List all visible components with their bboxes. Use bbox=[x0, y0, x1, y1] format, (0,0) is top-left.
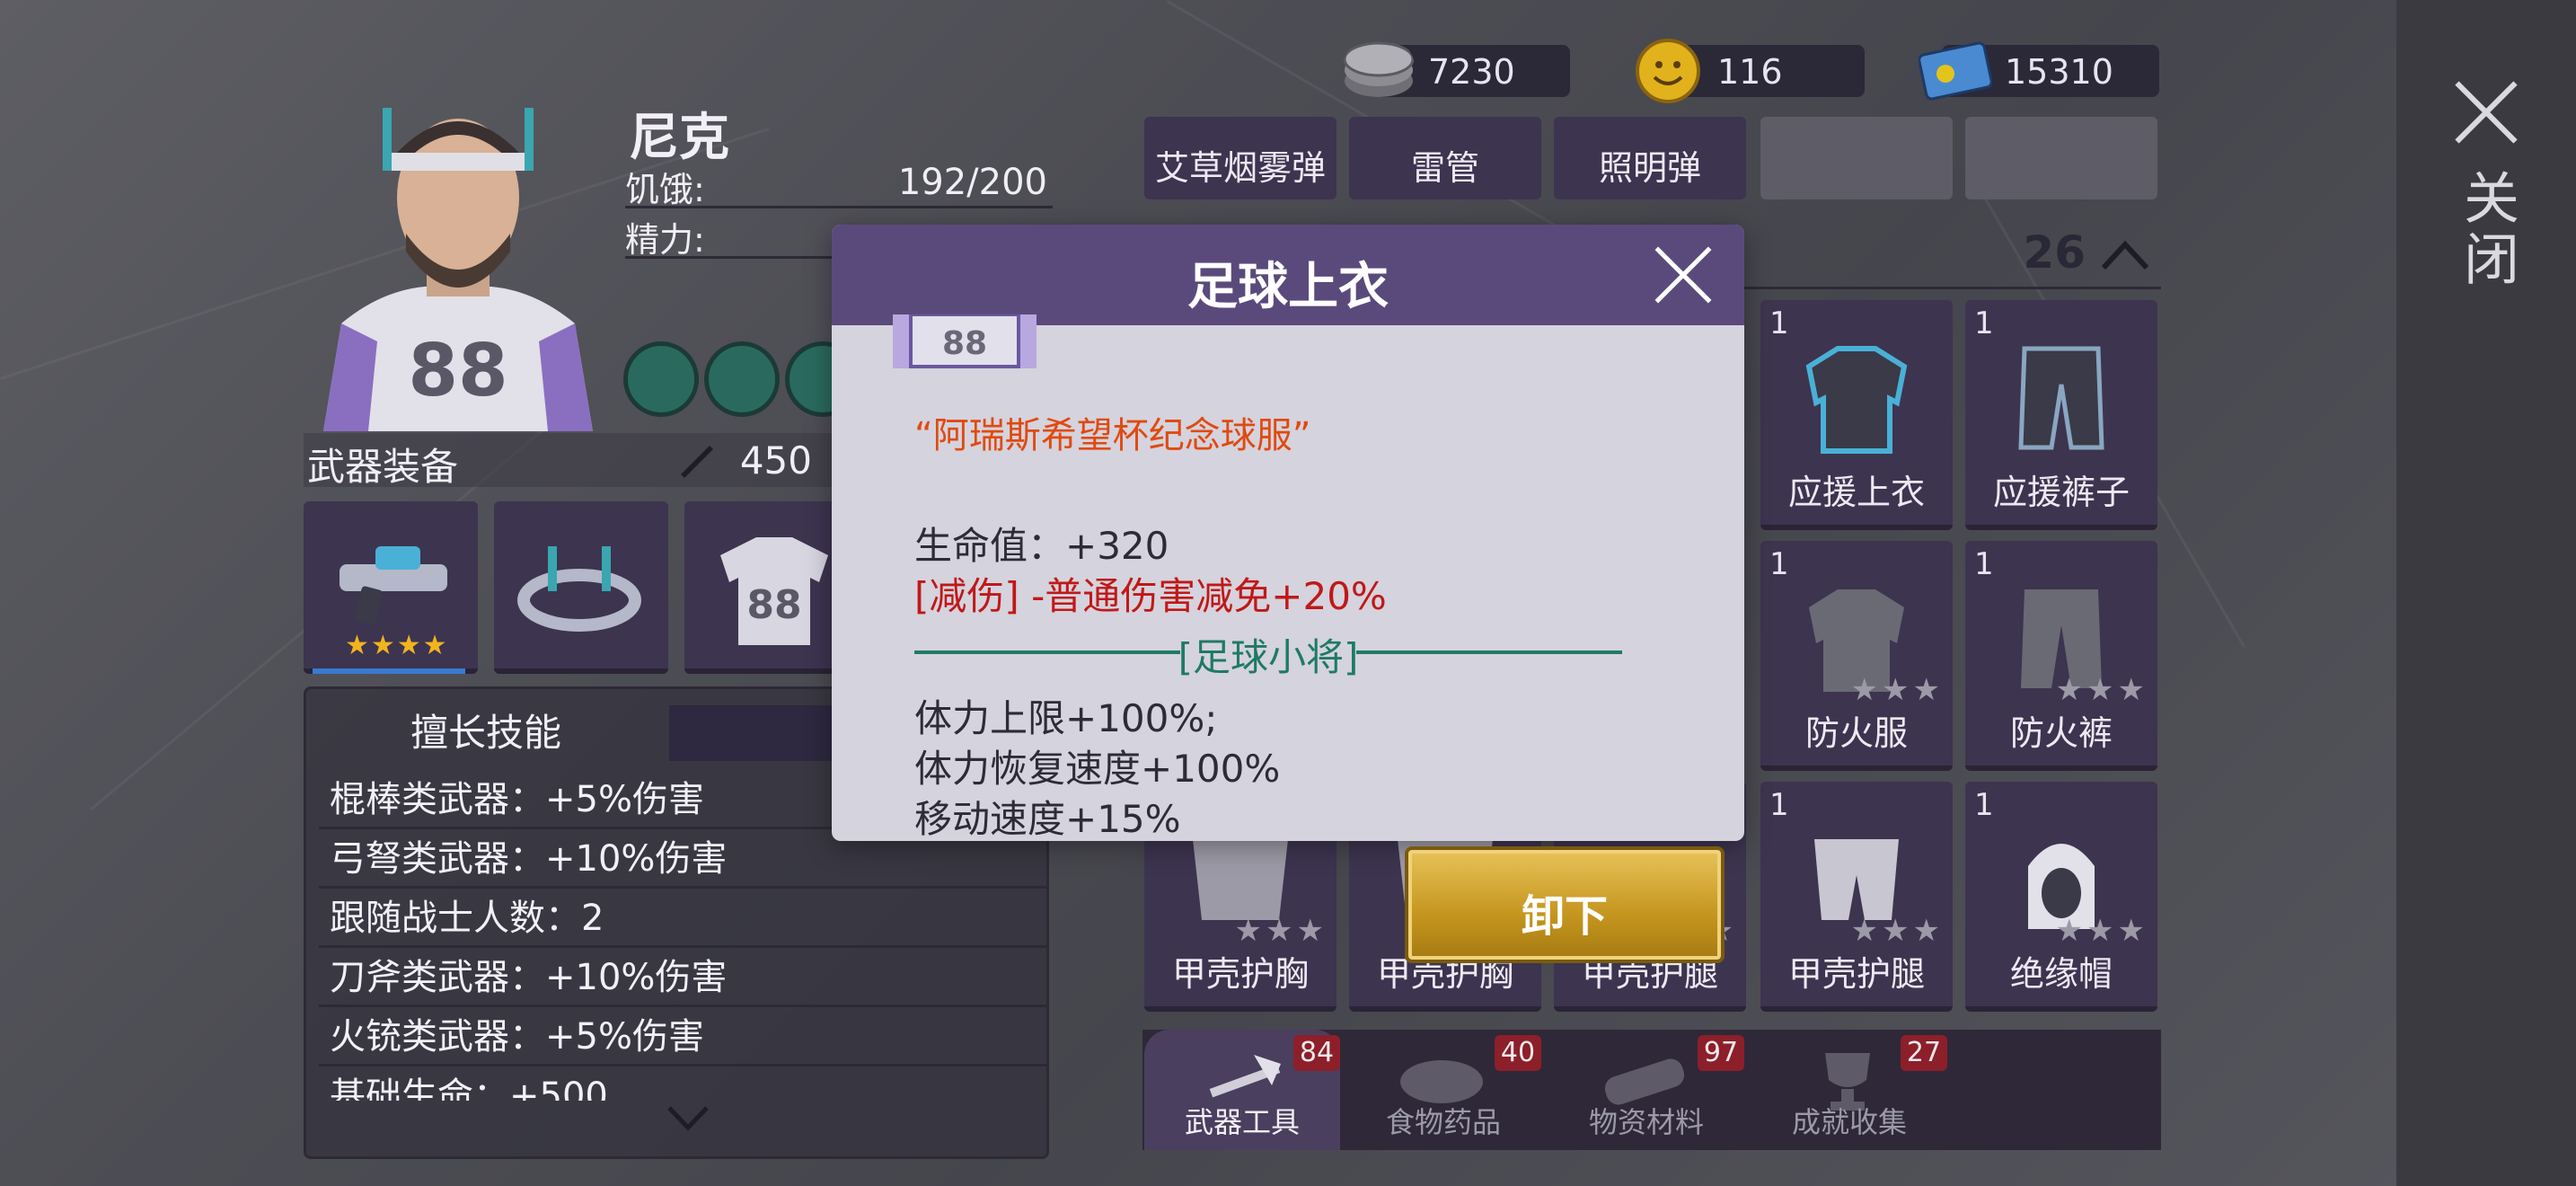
currency-silver: 7230 bbox=[1343, 41, 1570, 97]
jersey-icon: 88 bbox=[720, 537, 828, 645]
tab-achievements[interactable]: 27 成就收集 bbox=[1751, 1030, 1947, 1150]
inventory-item-insulated-hat[interactable]: 1 ★★★ 绝缘帽 bbox=[1965, 782, 2157, 1012]
tab-specialty-skills[interactable]: 擅长技能 bbox=[306, 705, 666, 761]
damage-reduction-stat: [减伤] -普通伤害减免+20% bbox=[914, 574, 1387, 618]
pants-icon bbox=[2018, 346, 2104, 450]
svg-text:88: 88 bbox=[408, 329, 507, 412]
headband-icon bbox=[517, 546, 641, 632]
tab-food-medicine[interactable]: 40 食物药品 bbox=[1345, 1030, 1541, 1150]
durability-bar bbox=[313, 668, 465, 674]
jacket-icon bbox=[1805, 346, 1908, 454]
inventory-count-row: 26 bbox=[1742, 219, 2161, 289]
set-effect: 移动速度+15% bbox=[914, 797, 1181, 841]
silver-coin-icon bbox=[1343, 41, 1415, 97]
gold-coin-icon bbox=[1636, 39, 1700, 103]
set-name: [足球小将] bbox=[1178, 635, 1359, 679]
inventory-item-smoke-bomb[interactable]: 艾草烟雾弹 bbox=[1144, 117, 1337, 199]
inventory-item-cheer-pants[interactable]: 1 应援裤子 bbox=[1965, 300, 2157, 530]
ticket-icon bbox=[1919, 41, 1992, 101]
inventory-item-fire-suit[interactable]: 1 ★★★ 防火服 bbox=[1760, 541, 1953, 771]
inventory-empty-slot bbox=[1965, 117, 2157, 199]
close-icon[interactable] bbox=[1654, 246, 1712, 304]
set-effect: 体力上限+100%; bbox=[914, 696, 1218, 740]
energy-stat: 精力: bbox=[625, 212, 832, 260]
hunger-stat: 饥饿: 192/200 bbox=[625, 162, 1053, 209]
tab-materials[interactable]: 97 物资材料 bbox=[1548, 1030, 1744, 1150]
close-icon[interactable] bbox=[2455, 81, 2518, 144]
category-tab-bar: 84 武器工具 40 食物药品 97 物资材料 27 成就收集 bbox=[1142, 1030, 2161, 1150]
inventory-item-fire-pants[interactable]: 1 ★★★ 防火裤 bbox=[1965, 541, 2157, 771]
character-portrait: 88 bbox=[323, 108, 593, 431]
unequip-button[interactable]: 卸下 bbox=[1405, 846, 1725, 963]
chevron-up-icon[interactable] bbox=[2098, 232, 2152, 277]
stomach-status-icon[interactable] bbox=[623, 341, 699, 417]
poison-status-icon[interactable] bbox=[704, 341, 780, 417]
inventory-empty-slot bbox=[1760, 117, 1953, 199]
skill-row: 刀斧类武器：+10%伤害 bbox=[319, 951, 1046, 1007]
set-effect: 体力恢复速度+100% bbox=[914, 747, 1281, 791]
skill-row: 火铳类武器：+5%伤害 bbox=[319, 1011, 1046, 1067]
item-detail-dialog: 足球上衣 88 “阿瑞斯希望杯纪念球服” 生命值：+320 [减伤] -普通伤害… bbox=[832, 225, 1744, 841]
svg-text:88: 88 bbox=[746, 582, 801, 628]
inventory-item-shell-leg[interactable]: 1 ★★★ 甲壳护腿 bbox=[1760, 782, 1953, 1012]
currency-gold: 116 bbox=[1636, 39, 1865, 103]
equip-slot-headgear[interactable] bbox=[494, 501, 668, 674]
dialog-title: 足球上衣 bbox=[1187, 258, 1389, 316]
sword-icon bbox=[681, 446, 713, 478]
skill-row: 弓弩类武器：+10%伤害 bbox=[319, 833, 1046, 889]
currency-ticket: 15310 bbox=[1919, 41, 2159, 101]
character-name: 尼克 bbox=[629, 109, 729, 167]
set-bonus-divider: [足球小将] bbox=[914, 627, 1622, 679]
close-panel[interactable]: 关闭 bbox=[2396, 0, 2576, 1186]
equip-slot-weapon[interactable]: ★★★★ bbox=[304, 501, 478, 674]
dialog-header: 足球上衣 bbox=[832, 225, 1744, 325]
jersey-thumbnail: 88 bbox=[893, 314, 1037, 368]
inventory-item-cheer-top[interactable]: 1 应援上衣 bbox=[1760, 300, 1953, 530]
inventory-item-flare[interactable]: 照明弹 bbox=[1554, 117, 1746, 199]
flavor-text: “阿瑞斯希望杯纪念球服” bbox=[914, 415, 1311, 456]
skill-row: 跟随战士人数：2 bbox=[319, 892, 1046, 948]
hp-stat: 生命值：+320 bbox=[914, 524, 1169, 568]
svg-text:88: 88 bbox=[942, 325, 987, 362]
weapon-equipment-header: 武器装备 450 bbox=[304, 433, 834, 489]
tab-weapons-tools[interactable]: 84 武器工具 bbox=[1144, 1030, 1340, 1150]
close-label[interactable]: 关闭 bbox=[2446, 169, 2527, 291]
chevron-down-icon[interactable] bbox=[666, 1095, 710, 1140]
inventory-item-detonator[interactable]: 雷管 bbox=[1349, 117, 1541, 199]
water-gun-icon bbox=[340, 546, 447, 625]
